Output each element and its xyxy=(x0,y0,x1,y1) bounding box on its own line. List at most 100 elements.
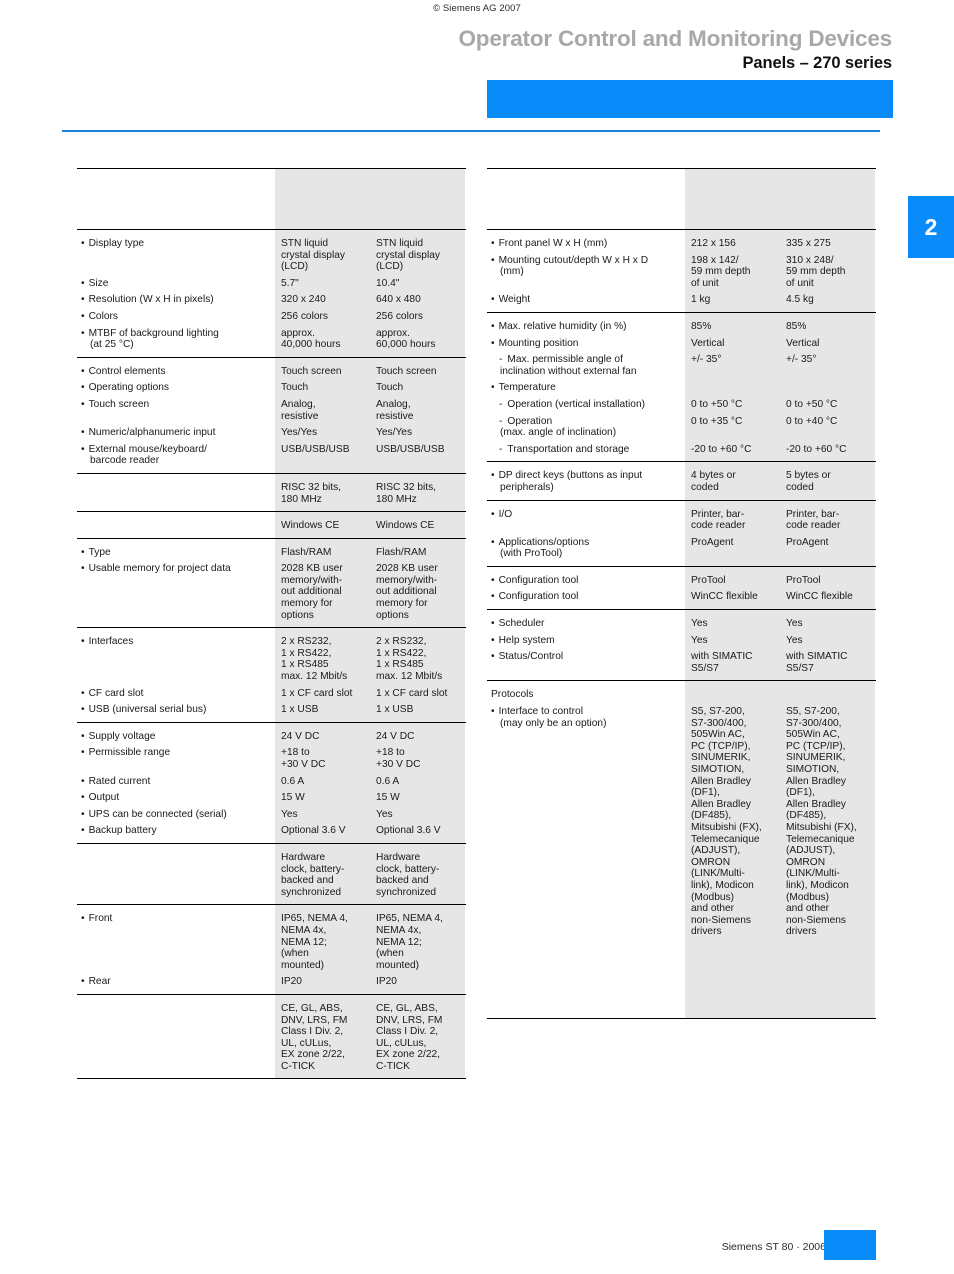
spacer-value-cell xyxy=(370,230,465,238)
row-spacer xyxy=(487,610,876,619)
footer-accent-box xyxy=(824,1230,876,1260)
spacer-value-cell xyxy=(370,1072,465,1079)
spec-value-cell-tp270-6 xyxy=(685,689,780,702)
specifications-table-left: Display typeSTN liquidcrystal display(LC… xyxy=(77,168,466,1080)
spec-value-cell-tp270-6: Yes xyxy=(275,808,370,821)
footer-source: Siemens ST 80 · 2006 xyxy=(721,1241,826,1253)
table-row: Configuration tool ProTool ProTool xyxy=(487,574,876,587)
spec-value-cell-tp270-6: ProTool xyxy=(685,574,780,587)
cell-line: 1 x USB xyxy=(281,704,319,716)
spec-value-cell-tp270-10: Optional 3.6 V xyxy=(370,825,465,837)
cell-line: Flash/RAM xyxy=(376,546,427,558)
cell-line: Rear xyxy=(81,976,269,988)
spec-label-cell: Transportation and storage xyxy=(487,444,685,456)
spec-value-cell-tp270-6: +/- 35° xyxy=(685,354,780,378)
spec-value-cell-tp270-6: 1 kg xyxy=(685,294,780,306)
table-row: DP direct keys (buttons as inputperipher… xyxy=(487,470,876,494)
spacer-value-cell xyxy=(275,223,370,229)
spec-value-cell-tp270-6: Analog, resistive xyxy=(275,398,370,423)
table-row: Temperature xyxy=(487,382,876,394)
spec-label-cell: Weight xyxy=(487,294,685,306)
cell-line: 505Win AC, xyxy=(786,729,840,741)
spec-label-cell: Configuration tool xyxy=(487,575,685,587)
spacer-label-cell xyxy=(487,177,685,223)
cell-line: S7-300/400, xyxy=(691,717,747,729)
cell-line: Colors xyxy=(81,311,269,323)
cell-line: Type xyxy=(81,547,269,559)
spec-value-cell-tp270-10: STN liquid crystal display (LCD) xyxy=(370,238,465,273)
cell-line: Optional 3.6 V xyxy=(281,825,346,837)
table-row: Mounting cutout/depth W x H x D(mm)198 x… xyxy=(487,254,876,290)
spacer-value-cell xyxy=(370,715,465,722)
spec-label-cell: Operation(max. angle of inclination) xyxy=(487,416,685,439)
cell-line: IP65, NEMA 4, xyxy=(281,913,348,925)
spec-label-cell xyxy=(77,520,275,532)
spacer-label-cell xyxy=(487,952,685,1012)
spec-value-cell-tp270-6: Vertical xyxy=(685,337,780,350)
cell-line: Operation (vertical installation) xyxy=(491,399,679,411)
cell-line: 1 x RS422, xyxy=(376,647,427,659)
row-spacer xyxy=(487,681,876,690)
cell-line: 1 x RS485 xyxy=(376,659,424,671)
spacer-value-cell xyxy=(370,898,465,905)
cell-line: S5/S7 xyxy=(691,662,719,674)
spacer-label-cell xyxy=(77,988,275,994)
cell-line: 640 x 480 xyxy=(376,294,421,306)
cell-line: non-Siemens xyxy=(691,914,752,926)
spec-value-cell-tp270-10: Yes xyxy=(780,618,875,630)
row-spacer xyxy=(77,357,466,366)
cell-line: CF card slot xyxy=(81,688,269,700)
spacer-value-cell xyxy=(275,987,370,994)
cell-line: Touch screen xyxy=(81,399,269,411)
spec-value-cell-tp270-6: USB/USB/USB xyxy=(275,443,370,467)
cell-line: +18 to xyxy=(281,747,310,759)
spec-label-cell: Backup battery xyxy=(77,825,275,837)
spacer-value-cell xyxy=(275,230,370,238)
cell-line: code reader xyxy=(786,520,841,532)
spec-value-cell-tp270-6: 24 V DC xyxy=(275,730,370,743)
cell-line: mounted) xyxy=(376,959,420,971)
table-rule xyxy=(77,1078,466,1080)
spacer-value-cell xyxy=(370,531,465,538)
cell-line: 24 V DC xyxy=(281,730,320,742)
spacer-label-cell xyxy=(487,501,685,509)
spacer-label-cell xyxy=(487,462,685,470)
table-row: I/OPrinter, bar-code readerPrinter, bar-… xyxy=(487,508,876,532)
cell-line: Rated current xyxy=(81,776,269,788)
spec-label-cell: Temperature xyxy=(487,382,685,394)
table-row: Type Flash/RAM Flash/RAM xyxy=(77,546,466,559)
spacer-label-cell xyxy=(77,230,275,238)
cell-line: OMRON xyxy=(786,856,826,868)
spacer-value-cell xyxy=(780,951,875,1012)
cell-line: 4 bytes or xyxy=(691,470,736,482)
spec-value-cell-tp270-6: 15 W xyxy=(275,792,370,804)
spec-value-cell-tp270-10: 4.5 kg xyxy=(780,294,875,306)
row-spacer xyxy=(487,674,876,681)
spacer-label-cell xyxy=(77,474,275,482)
cell-line: Optional 3.6 V xyxy=(376,825,441,837)
spacer-value-cell xyxy=(370,994,465,1003)
cell-line: Configuration tool xyxy=(491,575,679,587)
spec-value-cell-tp270-10: Yes xyxy=(370,808,465,821)
cell-line: Yes xyxy=(691,634,708,646)
spec-value-cell-tp270-10: with SIMATIC S5/S7 xyxy=(780,651,875,675)
spec-value-cell-tp270-6: CE, GL, ABS, DNV, LRS, FM Class I Div. 2, U… xyxy=(275,1002,370,1073)
spec-value-cell-tp270-10: 15 W xyxy=(370,792,465,804)
row-spacer xyxy=(487,1011,876,1018)
cell-line: 40,000 hours xyxy=(281,339,341,351)
cell-line: of unit xyxy=(786,277,814,289)
spacer-label-cell xyxy=(487,230,685,238)
cell-line: 2028 KB user xyxy=(281,563,343,575)
spacer-label-cell xyxy=(487,681,685,689)
spacer-value-cell xyxy=(370,843,465,852)
cell-line xyxy=(691,689,775,701)
spec-value-cell-tp270-6: -20 to +60 °C xyxy=(685,443,780,456)
cell-line: (DF485), xyxy=(691,810,732,822)
spec-value-cell-tp270-10: 310 x 248/59 mm depth of unit xyxy=(780,254,875,290)
cell-line: 1 kg xyxy=(691,294,711,306)
spec-value-cell-tp270-6 xyxy=(685,382,780,394)
spec-value-cell-tp270-6: ProAgent xyxy=(685,536,780,560)
spacer-value-cell xyxy=(275,350,370,357)
spacer-value-cell xyxy=(370,905,465,914)
spacer-value-cell xyxy=(370,350,465,357)
